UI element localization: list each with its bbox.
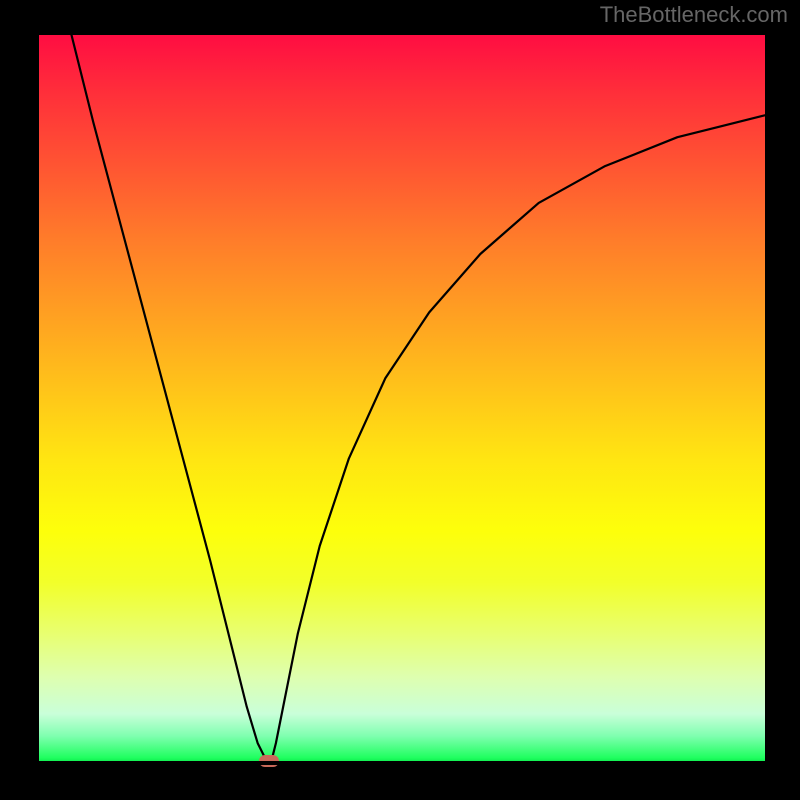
curve-line	[35, 35, 765, 765]
y-axis	[35, 35, 39, 765]
watermark-text: TheBottleneck.com	[600, 2, 788, 28]
x-axis	[35, 761, 765, 765]
